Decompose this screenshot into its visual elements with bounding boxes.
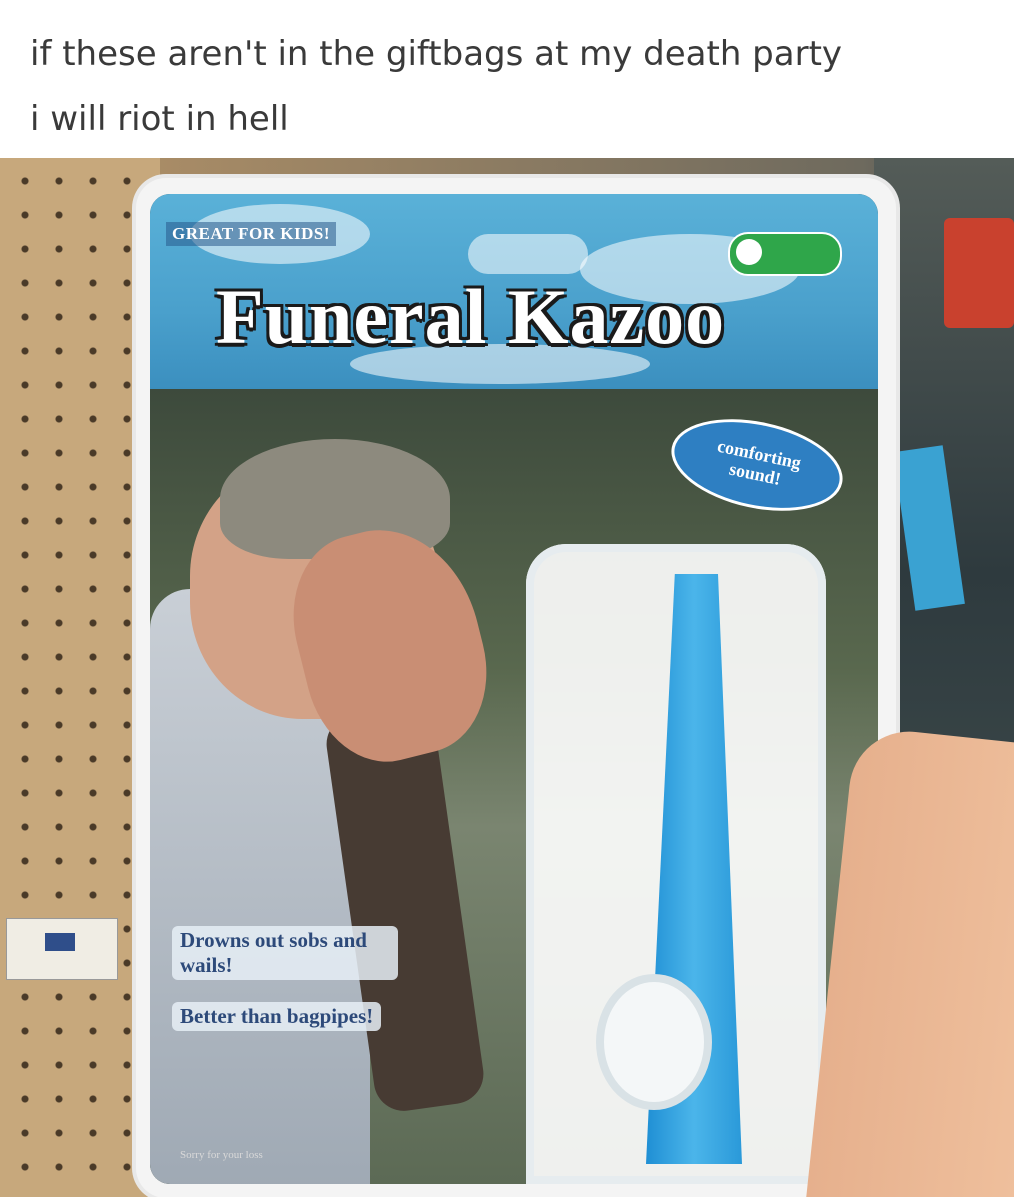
meme-caption: if these aren't in the giftbags at my de… <box>30 22 990 151</box>
caption-line-1: if these aren't in the giftbags at my de… <box>30 34 843 74</box>
feature-bullet-2: Better than bagpipes! <box>172 1002 382 1031</box>
brand-logo-icon <box>728 232 842 276</box>
price-tag <box>6 918 118 980</box>
product-card: GREAT FOR KIDS! Funeral Kazoo comforting… <box>136 178 896 1197</box>
feature-bullet-1: Drowns out sobs and wails! <box>172 926 398 980</box>
product-banner: GREAT FOR KIDS! Funeral Kazoo <box>150 194 878 389</box>
caption-line-2: i will riot in hell <box>30 98 289 139</box>
blister-pack <box>526 544 826 1184</box>
product-photo: GREAT FOR KIDS! Funeral Kazoo comforting… <box>0 158 1014 1197</box>
kazoo-membrane-icon <box>596 974 712 1110</box>
fine-print: Sorry for your loss <box>180 1149 263 1161</box>
product-title: Funeral Kazoo <box>216 273 726 360</box>
great-for-kids-label: GREAT FOR KIDS! <box>166 222 337 246</box>
decorative-badge <box>468 234 588 274</box>
